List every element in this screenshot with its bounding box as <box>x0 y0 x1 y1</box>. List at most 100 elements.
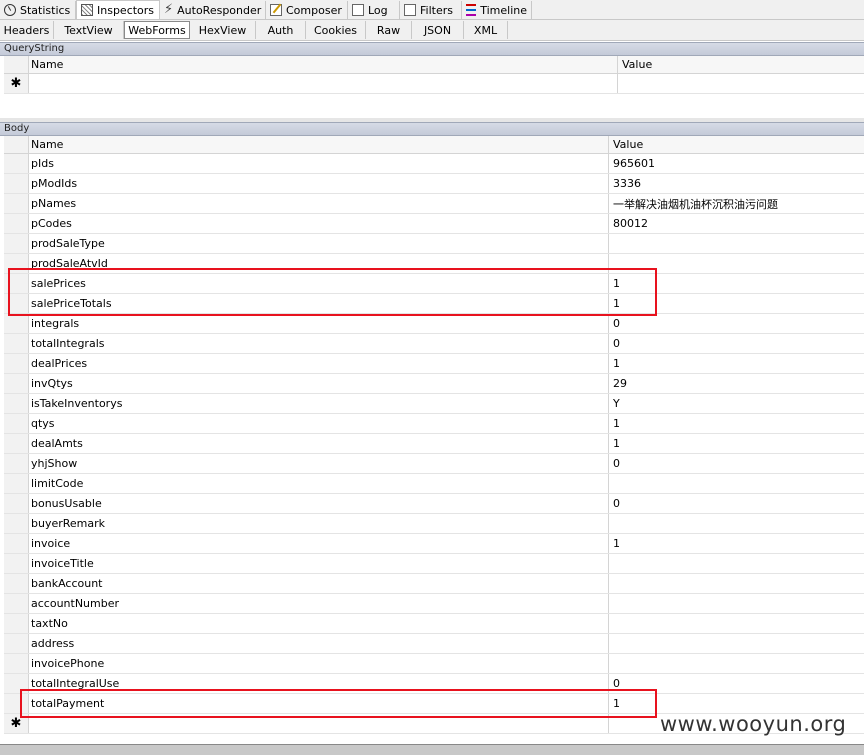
row-name-cell[interactable]: bankAccount <box>29 574 609 593</box>
row-name-cell[interactable]: address <box>29 634 609 653</box>
table-row[interactable]: integrals 0 <box>4 314 864 334</box>
row-name-cell[interactable]: prodSaleType <box>29 234 609 253</box>
querystring-col-value[interactable]: Value <box>618 56 652 73</box>
row-name-cell[interactable]: invQtys <box>29 374 609 393</box>
row-selector[interactable] <box>4 174 29 193</box>
subtab-headers[interactable]: Headers <box>0 21 54 39</box>
row-name-cell[interactable]: buyerRemark <box>29 514 609 533</box>
row-selector[interactable] <box>4 494 29 513</box>
subtab-auth[interactable]: Auth <box>256 21 306 39</box>
body-col-value[interactable]: Value <box>609 136 643 153</box>
row-name-cell[interactable]: accountNumber <box>29 594 609 613</box>
row-selector[interactable] <box>4 634 29 653</box>
subtab-xml[interactable]: XML <box>464 21 508 39</box>
table-row[interactable]: bonusUsable 0 <box>4 494 864 514</box>
querystring-col-name[interactable]: Name <box>29 56 618 73</box>
row-name-cell[interactable]: integrals <box>29 314 609 333</box>
row-selector[interactable] <box>4 594 29 613</box>
row-name-cell[interactable]: qtys <box>29 414 609 433</box>
table-row[interactable]: invoicePhone <box>4 654 864 674</box>
table-row[interactable]: totalIntegrals 0 <box>4 334 864 354</box>
table-row[interactable]: accountNumber <box>4 594 864 614</box>
row-value-cell[interactable]: Y <box>609 394 620 413</box>
row-name-cell[interactable]: invoicePhone <box>29 654 609 673</box>
subtab-textview[interactable]: TextView <box>54 21 124 39</box>
table-row[interactable]: pIds 965601 <box>4 154 864 174</box>
row-value-cell[interactable] <box>609 634 613 653</box>
row-value-cell[interactable]: 3336 <box>609 174 641 193</box>
row-value-cell[interactable] <box>609 574 613 593</box>
row-value-cell[interactable] <box>609 514 613 533</box>
row-value-cell[interactable]: 965601 <box>609 154 655 173</box>
row-value-cell[interactable]: 0 <box>609 314 620 333</box>
row-value-cell[interactable] <box>609 474 613 493</box>
table-row[interactable]: qtys 1 <box>4 414 864 434</box>
row-selector[interactable] <box>4 514 29 533</box>
row-selector[interactable] <box>4 574 29 593</box>
row-selector[interactable] <box>4 194 29 213</box>
row-selector[interactable] <box>4 334 29 353</box>
row-selector[interactable] <box>4 314 29 333</box>
table-row[interactable]: dealPrices 1 <box>4 354 864 374</box>
row-name-cell[interactable]: taxtNo <box>29 614 609 633</box>
row-selector[interactable] <box>4 234 29 253</box>
row-value-cell[interactable] <box>609 554 613 573</box>
row-value-cell[interactable]: 1 <box>609 414 620 433</box>
row-selector[interactable] <box>4 154 29 173</box>
querystring-new-row[interactable]: ✱ <box>4 74 864 94</box>
table-row[interactable]: pCodes 80012 <box>4 214 864 234</box>
row-name-cell[interactable]: isTakeInventorys <box>29 394 609 413</box>
table-row[interactable]: yhjShow 0 <box>4 454 864 474</box>
table-row[interactable]: prodSaleType <box>4 234 864 254</box>
row-selector[interactable] <box>4 434 29 453</box>
querystring-new-name-cell[interactable] <box>29 74 618 93</box>
subtab-hexview[interactable]: HexView <box>190 21 256 39</box>
row-name-cell[interactable]: pIds <box>29 154 609 173</box>
tab-inspectors[interactable]: Inspectors <box>76 0 160 19</box>
row-name-cell[interactable]: invoiceTitle <box>29 554 609 573</box>
row-value-cell[interactable] <box>609 234 613 253</box>
row-name-cell[interactable]: yhjShow <box>29 454 609 473</box>
row-name-cell[interactable]: dealPrices <box>29 354 609 373</box>
row-name-cell[interactable]: pModIds <box>29 174 609 193</box>
row-selector[interactable] <box>4 614 29 633</box>
table-row[interactable]: invoiceTitle <box>4 554 864 574</box>
tab-composer[interactable]: Composer <box>266 1 348 19</box>
row-value-cell[interactable] <box>609 654 613 673</box>
tab-timeline[interactable]: Timeline <box>462 1 532 19</box>
row-name-cell[interactable]: limitCode <box>29 474 609 493</box>
row-selector[interactable] <box>4 454 29 473</box>
table-row[interactable]: invQtys 29 <box>4 374 864 394</box>
querystring-new-value-cell[interactable] <box>618 74 622 93</box>
tab-autoresponder[interactable]: ⚡ AutoResponder <box>160 1 266 19</box>
table-row[interactable]: buyerRemark <box>4 514 864 534</box>
row-selector[interactable] <box>4 534 29 553</box>
tab-log[interactable]: Log <box>348 1 400 19</box>
row-value-cell[interactable]: 0 <box>609 454 620 473</box>
row-value-cell[interactable]: 29 <box>609 374 627 393</box>
table-row[interactable]: limitCode <box>4 474 864 494</box>
table-row[interactable]: isTakeInventorys Y <box>4 394 864 414</box>
row-value-cell[interactable]: 1 <box>609 434 620 453</box>
row-selector[interactable] <box>4 654 29 673</box>
row-name-cell[interactable]: pCodes <box>29 214 609 233</box>
row-value-cell[interactable]: 0 <box>609 334 620 353</box>
row-name-cell[interactable]: bonusUsable <box>29 494 609 513</box>
table-row[interactable]: dealAmts 1 <box>4 434 864 454</box>
body-col-name[interactable]: Name <box>29 136 609 153</box>
row-value-cell[interactable]: 1 <box>609 534 620 553</box>
table-row[interactable]: pModIds 3336 <box>4 174 864 194</box>
subtab-raw[interactable]: Raw <box>366 21 412 39</box>
row-selector[interactable] <box>4 414 29 433</box>
tab-filters[interactable]: Filters <box>400 1 462 19</box>
row-value-cell[interactable]: 一举解决油烟机油杯沉积油污问题 <box>609 194 778 213</box>
table-row[interactable]: bankAccount <box>4 574 864 594</box>
row-value-cell[interactable]: 1 <box>609 354 620 373</box>
row-selector[interactable] <box>4 214 29 233</box>
row-value-cell[interactable]: 80012 <box>609 214 648 233</box>
row-value-cell[interactable] <box>609 614 613 633</box>
row-value-cell[interactable]: 0 <box>609 494 620 513</box>
row-selector[interactable] <box>4 474 29 493</box>
tab-statistics[interactable]: Statistics <box>0 1 76 19</box>
subtab-cookies[interactable]: Cookies <box>306 21 366 39</box>
